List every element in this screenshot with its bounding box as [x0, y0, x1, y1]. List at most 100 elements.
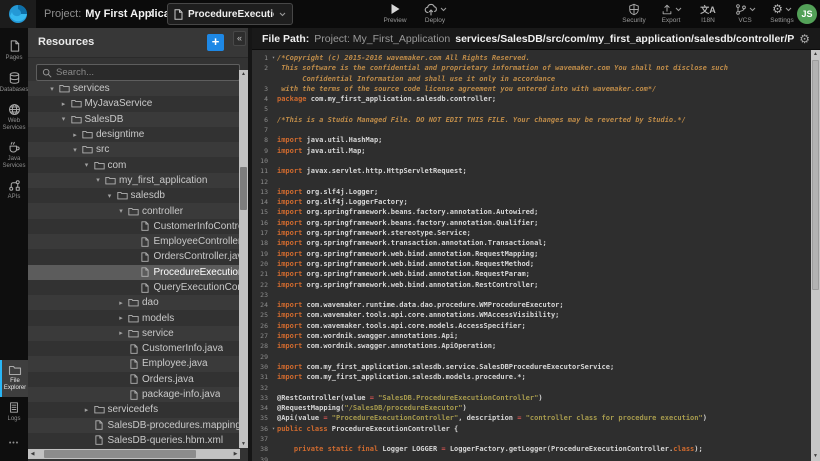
tree-item[interactable]: QueryExecutionController.java	[28, 280, 239, 295]
fold-marker-icon[interactable]: ▾	[270, 424, 277, 434]
code-text: private static final Logger LOGGER = Log…	[277, 444, 703, 454]
code-line: 32	[252, 383, 811, 393]
editor-scrollbar-thumb[interactable]	[812, 60, 819, 290]
tree-item[interactable]: ▸models	[28, 310, 239, 325]
chevron-right-icon[interactable]: ▸	[69, 131, 81, 139]
tree-item[interactable]: Employee.java	[28, 356, 239, 371]
line-number: 11	[252, 166, 270, 176]
tree-item[interactable]: ▸service	[28, 326, 239, 341]
tree-item[interactable]: package-info.java	[28, 387, 239, 402]
tree-item[interactable]: OrdersController.java	[28, 249, 239, 264]
sidebar-item-java-services[interactable]: Java Services	[0, 137, 28, 175]
tree-item[interactable]: Orders.java	[28, 372, 239, 387]
scroll-left-icon[interactable]: ◀	[28, 449, 37, 459]
sidebar-item-more[interactable]: •••	[0, 428, 28, 457]
sidebar-item-web-services[interactable]: Web Services	[0, 99, 28, 137]
chevron-right-icon[interactable]: ▸	[115, 314, 127, 322]
tree-item[interactable]: CustomerInfo.java	[28, 341, 239, 356]
settings-button[interactable]: ⚙Settings	[770, 2, 794, 24]
chevron-down-icon[interactable]: ▾	[81, 161, 93, 169]
scroll-right-icon[interactable]: ▶	[231, 449, 240, 459]
tree-item[interactable]: SalesDB-procedures.mappings.json	[28, 418, 239, 433]
token-p: com.wordnik.swagger.annotations.Api;	[307, 332, 459, 340]
wavemaker-logo[interactable]	[0, 0, 36, 28]
tree-item[interactable]: ▸servicedefs	[28, 402, 239, 417]
token-c: with the terms of the source code licens…	[277, 85, 656, 93]
code-text: import javax.servlet.http.HttpServletReq…	[277, 166, 467, 176]
resources-header: Resources + «	[28, 28, 248, 58]
token-k: import	[277, 188, 307, 196]
sidebar-item-apis[interactable]: APIs	[0, 175, 28, 206]
tree-item[interactable]: CustomerInfoController.java	[28, 219, 239, 234]
vcs-icon-row	[735, 2, 756, 16]
token-p: )	[538, 394, 542, 402]
preview-button[interactable]: Preview	[383, 2, 407, 24]
chevron-down-icon[interactable]: ▾	[115, 207, 127, 215]
tree-item[interactable]: EmployeeController.java	[28, 234, 239, 249]
search-icon	[42, 68, 52, 78]
scroll-up-icon[interactable]: ▲	[239, 70, 248, 78]
chevron-down-icon[interactable]: ▾	[92, 176, 104, 184]
vcs-button[interactable]: VCS	[733, 2, 757, 24]
chevron-right-icon[interactable]: ▸	[58, 100, 70, 108]
tree-item[interactable]: ▸MyJavaService	[28, 96, 239, 111]
sidebar-item-databases[interactable]: Databases	[0, 67, 28, 99]
tree-item[interactable]: ▾src	[28, 142, 239, 157]
search-input[interactable]	[56, 67, 234, 78]
code-editor[interactable]: 1▾/*Copyright (c) 2015-2016 wavemaker.co…	[252, 50, 811, 461]
security-button[interactable]: Security	[622, 2, 646, 24]
collapse-panel-button[interactable]: «	[233, 31, 246, 46]
export-icon-row	[661, 2, 682, 16]
i18n-button[interactable]: 文AI18N	[696, 2, 720, 24]
chevron-down-icon[interactable]: ▾	[104, 192, 116, 200]
tree-horizontal-scrollbar[interactable]: ◀ ▶	[28, 449, 240, 459]
chevron-down-icon[interactable]: ▾	[46, 85, 58, 93]
line-number: 24	[252, 300, 270, 310]
deploy-button[interactable]: Deploy	[423, 2, 447, 24]
tree-item[interactable]: ▾SalesDB	[28, 112, 239, 127]
tree-item[interactable]: ▾com	[28, 157, 239, 172]
line-number: 17	[252, 228, 270, 238]
scroll-down-icon[interactable]: ▼	[811, 452, 820, 461]
token-k: import	[277, 260, 307, 268]
tree-item[interactable]: SalesDB-queries.hbm.xml	[28, 433, 239, 448]
code-line: 21import org.springframework.web.bind.an…	[252, 269, 811, 279]
chevron-right-icon[interactable]: ▸	[115, 329, 127, 337]
code-text: import java.util.Map;	[277, 146, 366, 156]
i18n-label: I18N	[701, 17, 715, 24]
sidebar-item-pages[interactable]: Pages	[0, 35, 28, 67]
tree-scrollbar-thumb[interactable]	[240, 167, 247, 210]
tree-item[interactable]: ▸designtime	[28, 127, 239, 142]
token-p: com.my_first_application.salesdb.control…	[311, 95, 496, 103]
tree-item[interactable]: ProcedureExecutionController.java	[28, 265, 239, 280]
tree-item[interactable]: ▾my_first_application	[28, 173, 239, 188]
fold-gutter	[270, 84, 277, 94]
chevron-down-icon[interactable]: ▾	[58, 115, 70, 123]
token-s: "controller class for procedure executio…	[526, 414, 703, 422]
tree-item[interactable]: ▸dao	[28, 295, 239, 310]
file-settings-gear-icon[interactable]: ⚙	[799, 33, 810, 45]
sidebar-item-file-explorer[interactable]: File Explorer	[0, 360, 28, 397]
scroll-up-icon[interactable]: ▲	[811, 50, 820, 59]
tree-item[interactable]: ▾salesdb	[28, 188, 239, 203]
chevron-right-icon[interactable]: ▸	[81, 406, 93, 414]
tree-item[interactable]: ▾controller	[28, 203, 239, 218]
add-resource-button[interactable]: +	[207, 34, 224, 51]
scroll-down-icon[interactable]: ▼	[239, 440, 248, 448]
export-button[interactable]: Export	[659, 2, 683, 24]
tree-vertical-scrollbar[interactable]: ▲ ▼	[239, 70, 248, 448]
fold-gutter	[270, 444, 277, 454]
user-avatar[interactable]: JS	[797, 4, 817, 24]
sidebar-item-logs[interactable]: Logs	[0, 397, 28, 428]
open-file-tab[interactable]: ProcedureExecution...	[167, 3, 293, 25]
fold-marker-icon[interactable]: ▾	[270, 53, 277, 63]
token-p: com.wavemaker.runtime.data.dao.procedure…	[307, 301, 564, 309]
coffee-icon	[7, 141, 21, 154]
chevron-down-icon[interactable]: ▾	[69, 146, 81, 154]
tree-hscrollbar-thumb[interactable]	[44, 450, 196, 458]
chevron-down-icon[interactable]	[279, 12, 286, 17]
line-number: 15	[252, 207, 270, 217]
editor-scrollbar[interactable]: ▲ ▼	[811, 50, 820, 461]
tree-item[interactable]: ▾services	[28, 81, 239, 96]
chevron-right-icon[interactable]: ▸	[115, 299, 127, 307]
